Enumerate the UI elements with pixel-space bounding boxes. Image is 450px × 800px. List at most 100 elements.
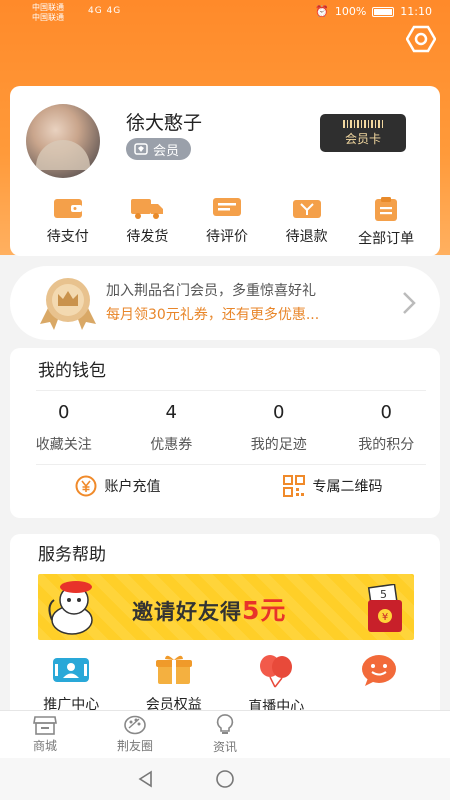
battery-percent: 100% xyxy=(334,5,367,18)
tab-label: 资讯 xyxy=(212,740,237,754)
mascot-icon xyxy=(48,581,93,635)
status-bar: 中国联通 中国联通 4G 4G ⏰ 100% 11:10 xyxy=(0,0,450,26)
service-live-center[interactable]: 直播中心 xyxy=(231,654,321,716)
carrier-1: 中国联通 xyxy=(32,3,64,12)
recent-square-icon[interactable] xyxy=(295,770,313,788)
clipboard-icon xyxy=(375,197,398,221)
back-triangle-icon[interactable] xyxy=(137,770,155,788)
signal-icon: 4G 4G xyxy=(88,6,121,16)
status-right: ⏰ 100% 11:10 xyxy=(315,5,432,18)
wallet-title: 我的钱包 xyxy=(38,361,106,381)
stat-value: 4 xyxy=(165,402,177,423)
order-pending-payment[interactable]: 待支付 xyxy=(28,196,108,248)
stat-value: 0 xyxy=(380,402,392,423)
service-customer-chat[interactable] xyxy=(334,654,424,716)
order-label: 待发货 xyxy=(126,229,169,245)
wallet-actions: 账户充值 专属二维码 xyxy=(10,468,440,504)
stat-label: 优惠券 xyxy=(150,437,193,453)
battery-icon xyxy=(372,6,395,17)
chevron-right-icon xyxy=(403,292,416,314)
stat-favorites[interactable]: 0 收藏关注 xyxy=(10,402,118,454)
invite-banner[interactable]: 邀请好友得5元 ¥ 5 xyxy=(38,574,414,640)
tab-news[interactable]: 资讯 xyxy=(180,711,270,758)
tab-community[interactable]: 荆友圈 xyxy=(90,711,180,758)
order-row: 待支付 待发货 待评价 待退款 全部订单 xyxy=(10,196,440,248)
wallet-card: 我的钱包 0 收藏关注 4 优惠券 0 我的足迹 0 我的积分 账户充值 专属二… xyxy=(10,348,440,518)
qrcode-icon xyxy=(282,475,305,497)
stat-label: 收藏关注 xyxy=(35,437,92,453)
carrier-info: 中国联通 中国联通 xyxy=(32,3,64,23)
profile-card: 徐大憨子 会员 会员卡 待支付 待发货 待评价 待退款 全部订单 xyxy=(10,86,440,256)
settings-button[interactable] xyxy=(404,24,438,54)
balloon-icon xyxy=(260,655,293,688)
lightbulb-icon xyxy=(216,714,234,734)
recharge-button[interactable]: 账户充值 xyxy=(10,468,225,504)
stat-footprints[interactable]: 0 我的足迹 xyxy=(225,402,333,454)
order-label: 全部订单 xyxy=(358,231,415,247)
divider xyxy=(36,464,426,465)
wallet-stats: 0 收藏关注 4 优惠券 0 我的足迹 0 我的积分 xyxy=(10,402,440,454)
store-icon xyxy=(33,716,57,735)
tab-4[interactable] xyxy=(270,711,360,758)
svg-text:¥: ¥ xyxy=(382,612,388,623)
order-label: 待退款 xyxy=(285,229,328,245)
carrier-2: 中国联通 xyxy=(32,13,64,22)
divider xyxy=(36,390,426,391)
promo-title: 加入荆品名门会员，多重惊喜好礼 xyxy=(106,283,316,299)
clock: 11:10 xyxy=(400,5,432,18)
stat-coupons[interactable]: 4 优惠券 xyxy=(118,402,226,454)
system-navbar xyxy=(0,758,450,800)
wallet-icon xyxy=(53,199,82,218)
barcode-icon xyxy=(343,119,383,128)
bottom-tabbar: 商城 荆友圈 资讯 xyxy=(0,710,450,758)
username: 徐大憨子 xyxy=(126,112,203,134)
comment-icon xyxy=(212,198,241,216)
order-pending-refund[interactable]: 待退款 xyxy=(267,196,347,248)
yen-coin-icon xyxy=(75,475,96,497)
member-label: 会员 xyxy=(153,143,180,159)
member-badge[interactable]: 会员 xyxy=(126,138,192,160)
order-pending-shipment[interactable]: 待发货 xyxy=(108,196,188,248)
tab-label: 商城 xyxy=(32,739,57,753)
diamond-icon xyxy=(134,143,148,155)
promo-subtitle: 每月领30元礼券，还有更多优惠... xyxy=(106,307,320,323)
order-pending-review[interactable]: 待评价 xyxy=(187,196,267,248)
alarm-icon: ⏰ xyxy=(315,5,329,18)
recharge-label: 账户充值 xyxy=(104,479,161,495)
home-circle-icon[interactable] xyxy=(215,769,235,789)
tab-label: 荆友圈 xyxy=(116,739,153,753)
vip-card-label: 会员卡 xyxy=(344,131,381,146)
vip-card-button[interactable]: 会员卡 xyxy=(320,114,406,152)
signal-text: 4G 4G xyxy=(88,6,122,16)
envelope-value: 5 xyxy=(380,588,387,601)
stat-label: 我的积分 xyxy=(358,437,415,453)
stat-value: 0 xyxy=(273,402,285,423)
tab-store[interactable]: 商城 xyxy=(0,711,90,758)
order-label: 待评价 xyxy=(205,229,248,245)
order-all[interactable]: 全部订单 xyxy=(346,196,426,248)
banner-text: 邀请好友得5元 xyxy=(132,591,286,627)
service-card: 服务帮助 邀请好友得5元 ¥ 5 推广中心 会员权益 直播中心 xyxy=(10,534,440,734)
crown-medal-icon xyxy=(40,278,96,330)
gift-icon xyxy=(155,655,192,684)
stat-label: 我的足迹 xyxy=(250,437,307,453)
refund-icon xyxy=(292,200,321,218)
chat-face-icon xyxy=(361,655,396,686)
stat-value: 0 xyxy=(58,402,70,423)
service-title: 服务帮助 xyxy=(38,545,106,565)
truck-icon xyxy=(131,199,164,219)
qrcode-label: 专属二维码 xyxy=(312,479,383,495)
order-label: 待支付 xyxy=(46,229,89,245)
qrcode-button[interactable]: 专属二维码 xyxy=(225,468,440,504)
tab-5[interactable] xyxy=(360,711,450,758)
banner-amount: 5元 xyxy=(242,596,287,625)
membership-promo[interactable]: 加入荆品名门会员，多重惊喜好礼 每月领30元礼券，还有更多优惠... xyxy=(10,266,440,340)
service-member-benefits[interactable]: 会员权益 xyxy=(129,654,219,716)
service-promotion-center[interactable]: 推广中心 xyxy=(26,654,116,716)
service-icons: 推广中心 会员权益 直播中心 xyxy=(10,654,440,716)
banner-text-main: 邀请好友得 xyxy=(132,600,242,624)
stat-points[interactable]: 0 我的积分 xyxy=(333,402,441,454)
id-card-icon xyxy=(53,658,90,682)
avatar[interactable] xyxy=(26,104,100,178)
palette-icon xyxy=(124,715,146,735)
